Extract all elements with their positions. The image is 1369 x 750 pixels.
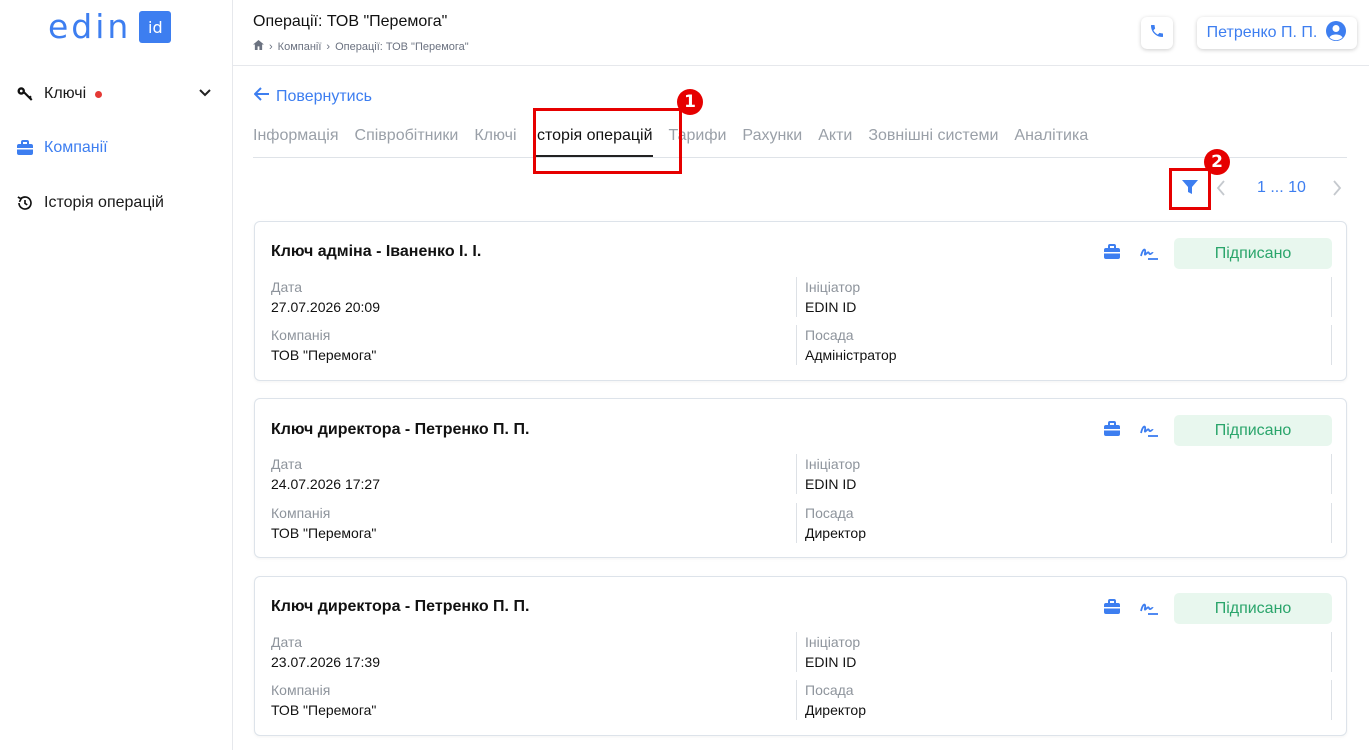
operation-card[interactable]: Ключ директора - Петренко П. П. Підписан… [254, 398, 1347, 558]
tab-analytics[interactable]: Аналітика [1014, 124, 1088, 157]
pager-next-icon[interactable] [1331, 178, 1343, 203]
sidebar-item-label: Компанії [44, 139, 108, 156]
avatar-icon [1325, 20, 1347, 47]
sidebar-item-keys[interactable]: Ключі [14, 80, 219, 108]
sidebar: edin id Ключі Компанії Історія операцій [0, 0, 233, 750]
column-divider [1331, 454, 1332, 494]
page-title: Операції: ТОВ "Перемога" [253, 13, 448, 30]
column-divider [796, 454, 797, 494]
back-link[interactable]: Повернутись [253, 87, 372, 106]
label-position: Посада [805, 505, 854, 521]
annotation-box-2 [1169, 168, 1211, 210]
label-position: Посада [805, 682, 854, 698]
signature-icon[interactable] [1139, 244, 1159, 267]
phone-icon [1149, 23, 1165, 44]
column-divider [796, 277, 797, 317]
value-date: 27.07.2026 20:09 [271, 299, 380, 315]
sidebar-item-history[interactable]: Історія операцій [14, 189, 219, 217]
edin-id-logo[interactable]: edin id [48, 7, 172, 46]
column-divider [1331, 680, 1332, 720]
column-divider [796, 632, 797, 672]
tab-invoices[interactable]: Рахунки [742, 124, 802, 157]
column-divider [796, 503, 797, 543]
value-initiator: EDIN ID [805, 476, 857, 492]
tab-external-systems[interactable]: Зовнішні системи [868, 124, 998, 157]
label-initiator: Ініціатор [805, 456, 861, 472]
signature-icon[interactable] [1139, 421, 1159, 444]
tab-info[interactable]: Інформація [253, 124, 339, 157]
tabs-bar: Інформація Співробітники Ключі Історія о… [253, 124, 1347, 158]
value-company: ТОВ "Перемога" [271, 347, 377, 363]
back-label: Повернутись [276, 87, 372, 105]
status-badge: Підписано [1174, 415, 1332, 446]
column-divider [1331, 325, 1332, 365]
briefcase-icon[interactable] [1103, 599, 1121, 620]
operation-card[interactable]: Ключ директора - Петренко П. П. Підписан… [254, 576, 1347, 736]
pager-prev-icon[interactable] [1215, 178, 1227, 203]
label-date: Дата [271, 634, 303, 650]
value-initiator: EDIN ID [805, 654, 857, 670]
sidebar-item-companies[interactable]: Компанії [14, 134, 219, 162]
status-badge: Підписано [1174, 238, 1332, 269]
value-position: Адміністратор [805, 347, 897, 363]
sidebar-item-label: Ключі [44, 85, 87, 102]
column-divider [1331, 632, 1332, 672]
arrow-left-icon [253, 87, 270, 106]
column-divider [1331, 503, 1332, 543]
breadcrumb-separator-icon: › [269, 40, 273, 53]
label-company: Компанія [271, 682, 331, 698]
value-position: Директор [805, 702, 866, 718]
sidebar-item-label: Історія операцій [44, 194, 164, 211]
value-position: Директор [805, 525, 866, 541]
alert-dot [95, 90, 103, 98]
value-date: 23.07.2026 17:39 [271, 654, 380, 670]
value-initiator: EDIN ID [805, 299, 857, 315]
pager-range[interactable]: 1 ... 10 [1257, 179, 1306, 197]
briefcase-icon [14, 137, 36, 159]
label-date: Дата [271, 456, 303, 472]
tab-acts[interactable]: Акти [818, 124, 852, 157]
column-divider [1331, 277, 1332, 317]
value-company: ТОВ "Перемога" [271, 525, 377, 541]
phone-button[interactable] [1141, 17, 1173, 49]
user-name: Петренко П. П. [1206, 24, 1318, 41]
label-initiator: Ініціатор [805, 634, 861, 650]
breadcrumb: › Компанії › Операції: ТОВ "Перемога" [253, 40, 469, 53]
signature-icon[interactable] [1139, 599, 1159, 622]
breadcrumb-item-current: Операції: ТОВ "Перемога" [335, 40, 469, 53]
column-divider [796, 325, 797, 365]
card-title: Ключ адміна - Іваненко І. І. [271, 243, 482, 260]
key-icon [14, 83, 36, 105]
history-icon [14, 192, 36, 214]
tab-keys[interactable]: Ключі [474, 124, 516, 157]
chevron-down-icon[interactable] [197, 84, 213, 105]
label-date: Дата [271, 279, 303, 295]
logo-badge: id [139, 11, 172, 43]
status-badge: Підписано [1174, 593, 1332, 624]
card-title: Ключ директора - Петренко П. П. [271, 598, 530, 615]
value-company: ТОВ "Перемога" [271, 702, 377, 718]
label-position: Посада [805, 327, 854, 343]
value-date: 24.07.2026 17:27 [271, 476, 380, 492]
briefcase-icon[interactable] [1103, 244, 1121, 265]
briefcase-icon[interactable] [1103, 421, 1121, 442]
label-initiator: Ініціатор [805, 279, 861, 295]
annotation-badge-1: 1 [677, 89, 703, 115]
annotation-badge-2: 2 [1204, 149, 1230, 175]
tab-employees[interactable]: Співробітники [355, 124, 459, 157]
card-title: Ключ директора - Петренко П. П. [271, 421, 530, 438]
annotation-box-1 [533, 108, 682, 174]
home-icon[interactable] [253, 40, 264, 53]
top-header: Операції: ТОВ "Перемога" › Компанії › Оп… [233, 0, 1369, 66]
breadcrumb-item-companies[interactable]: Компанії [278, 41, 322, 53]
breadcrumb-separator-icon: › [326, 40, 331, 53]
label-company: Компанія [271, 505, 331, 521]
logo-text: edin [48, 7, 132, 46]
operation-card[interactable]: Ключ адміна - Іваненко І. І. Підписано Д… [254, 221, 1347, 381]
user-menu-button[interactable]: Петренко П. П. [1197, 17, 1357, 49]
column-divider [796, 680, 797, 720]
label-company: Компанія [271, 327, 331, 343]
